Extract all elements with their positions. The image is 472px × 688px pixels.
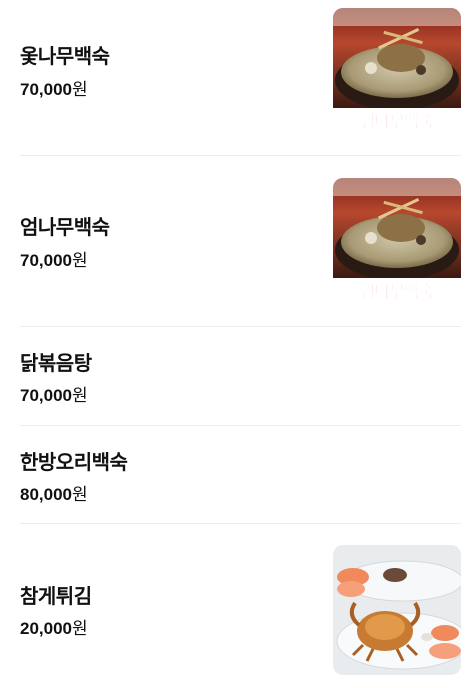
- menu-list: 옻나무백숙 70,000원 엄나무백숙 엄나무백숙 70,000원 엄나무백숙 …: [0, 0, 472, 688]
- menu-item-price: 70,000원: [20, 251, 88, 271]
- menu-item[interactable]: 참게튀김 20,000원: [20, 524, 461, 688]
- menu-item-name: 참게튀김: [20, 584, 92, 608]
- menu-item-photo: 엄나무백숙: [333, 8, 461, 134]
- menu-item[interactable]: 한방오리백숙 80,000원: [20, 426, 461, 524]
- menu-item-name: 옻나무백숙: [20, 44, 110, 68]
- menu-item-price: 70,000원: [20, 386, 88, 406]
- menu-item-price: 20,000원: [20, 619, 88, 639]
- menu-item-price: 70,000원: [20, 80, 88, 100]
- menu-item[interactable]: 엄나무백숙 70,000원 엄나무백숙: [20, 156, 461, 327]
- menu-item[interactable]: 닭볶음탕 70,000원: [20, 327, 461, 426]
- menu-item[interactable]: 옻나무백숙 70,000원 엄나무백숙: [20, 0, 461, 156]
- photo-caption: 엄나무백숙: [360, 112, 434, 131]
- menu-item-name: 닭볶음탕: [20, 351, 92, 375]
- menu-item-name: 한방오리백숙: [20, 450, 128, 474]
- menu-item-price: 80,000원: [20, 485, 88, 505]
- photo-caption: 엄나무백숙: [360, 282, 434, 301]
- menu-item-photo: 엄나무백숙: [333, 178, 461, 304]
- menu-item-name: 엄나무백숙: [20, 215, 110, 239]
- menu-item-photo: [333, 545, 461, 675]
